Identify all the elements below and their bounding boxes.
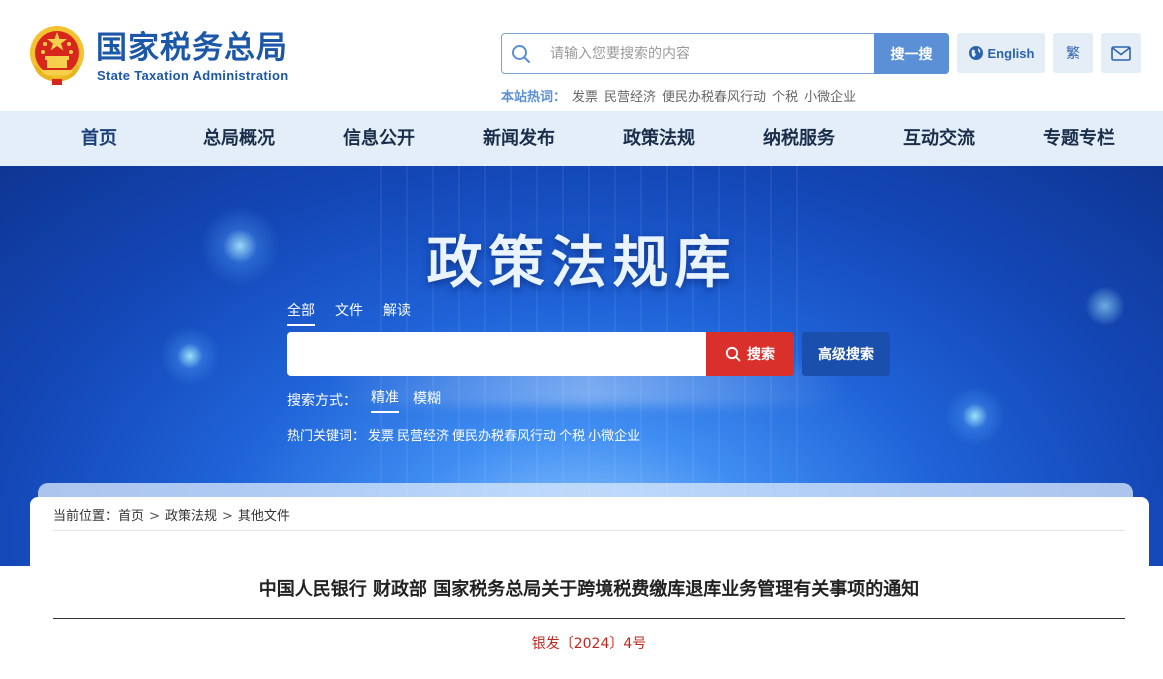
breadcrumb-separator: >: [149, 509, 160, 524]
hot-keyword-link[interactable]: 个税: [559, 429, 585, 444]
nav-item-tax-service[interactable]: 纳税服务: [749, 111, 849, 166]
banner-glow: [945, 386, 1005, 446]
tab-documents[interactable]: 文件: [335, 300, 363, 326]
traditional-chinese-button[interactable]: 繁: [1053, 33, 1093, 73]
tab-all[interactable]: 全部: [287, 300, 315, 326]
main-nav: 首页 总局概况 信息公开 新闻发布 政策法规 纳税服务 互动交流 专题专栏: [0, 111, 1163, 166]
nav-item-interaction[interactable]: 互动交流: [889, 111, 989, 166]
hotwords-label: 本站热词：: [501, 90, 567, 105]
nav-item-overview[interactable]: 总局概况: [189, 111, 289, 166]
mail-button[interactable]: [1101, 33, 1141, 73]
hot-keyword-link[interactable]: 民营经济: [397, 429, 449, 444]
policy-search-button[interactable]: 搜索: [706, 332, 794, 376]
site-logo-title[interactable]: 国家税务总局: [96, 30, 288, 66]
search-mode: 搜索方式： 精准 模糊: [287, 387, 441, 413]
title-divider: [53, 618, 1125, 619]
mail-icon: [1111, 45, 1131, 61]
hot-keyword-link[interactable]: 发票: [368, 429, 394, 444]
nav-item-home[interactable]: 首页: [49, 111, 149, 166]
site-header: 国家税务总局 State Taxation Administration 搜一搜…: [0, 0, 1163, 111]
tab-interpretation[interactable]: 解读: [383, 300, 411, 326]
search-mode-exact[interactable]: 精准: [371, 387, 399, 413]
document-number: 银发〔2024〕4号: [531, 636, 647, 652]
breadcrumb-home[interactable]: 首页: [118, 509, 144, 524]
advanced-search-button[interactable]: 高级搜索: [802, 332, 890, 376]
site-hotwords: 本站热词： 发票 民营经济 便民办税春风行动 个税 小微企业: [501, 86, 856, 105]
banner-hot-keywords: 热门关键词： 发票 民营经济 便民办税春风行动 个税 小微企业: [287, 425, 640, 444]
nav-item-news[interactable]: 新闻发布: [469, 111, 569, 166]
national-emblem-icon[interactable]: [28, 24, 86, 86]
nav-item-special[interactable]: 专题专栏: [1029, 111, 1129, 166]
hotword-link[interactable]: 发票: [572, 90, 598, 105]
policy-search-input[interactable]: [287, 332, 706, 376]
nav-item-policy[interactable]: 政策法规: [609, 111, 709, 166]
breadcrumb-separator: >: [221, 509, 233, 524]
document-card: 当前位置：首页 > 政策法规 > 其他文件 中国人民银行 财政部 国家税务总局关于跨境税…: [30, 497, 1149, 679]
hotword-link[interactable]: 个税: [772, 90, 798, 105]
english-button-label: English: [987, 45, 1035, 61]
site-search-box: 搜一搜: [501, 33, 949, 74]
policy-search-button-label: 搜索: [747, 347, 775, 363]
banner-search-tabs: 全部 文件 解读: [287, 300, 411, 326]
banner-title: 政策法规库: [426, 230, 737, 296]
nav-item-disclosure[interactable]: 信息公开: [329, 111, 429, 166]
search-icon: [512, 45, 530, 63]
hotword-link[interactable]: 小微企业: [804, 90, 856, 105]
breadcrumb-policy[interactable]: 政策法规: [165, 509, 217, 524]
hot-keyword-link[interactable]: 便民办税春风行动: [452, 429, 556, 444]
breadcrumb: 当前位置：首页 > 政策法规 > 其他文件: [53, 505, 1125, 531]
hot-keywords-label: 热门关键词：: [287, 429, 366, 444]
search-icon: [725, 346, 741, 362]
site-logo-subtitle[interactable]: State Taxation Administration: [97, 68, 288, 83]
breadcrumb-other-docs[interactable]: 其他文件: [238, 509, 290, 524]
hot-keyword-link[interactable]: 小微企业: [588, 429, 640, 444]
document-title: 中国人民银行 财政部 国家税务总局关于跨境税费缴库退库业务管理有关事项的通知: [258, 579, 920, 600]
hotword-link[interactable]: 便民办税春风行动: [662, 90, 766, 105]
search-mode-label: 搜索方式：: [287, 393, 357, 409]
search-mode-fuzzy[interactable]: 模糊: [413, 388, 441, 412]
hotword-link[interactable]: 民营经济: [604, 90, 656, 105]
breadcrumb-label: 当前位置：: [53, 509, 119, 524]
site-search-button[interactable]: 搜一搜: [874, 33, 949, 74]
site-search-input[interactable]: [550, 40, 870, 68]
banner-glow: [160, 326, 220, 386]
globe-icon: [968, 46, 983, 60]
english-button[interactable]: English: [957, 33, 1045, 73]
